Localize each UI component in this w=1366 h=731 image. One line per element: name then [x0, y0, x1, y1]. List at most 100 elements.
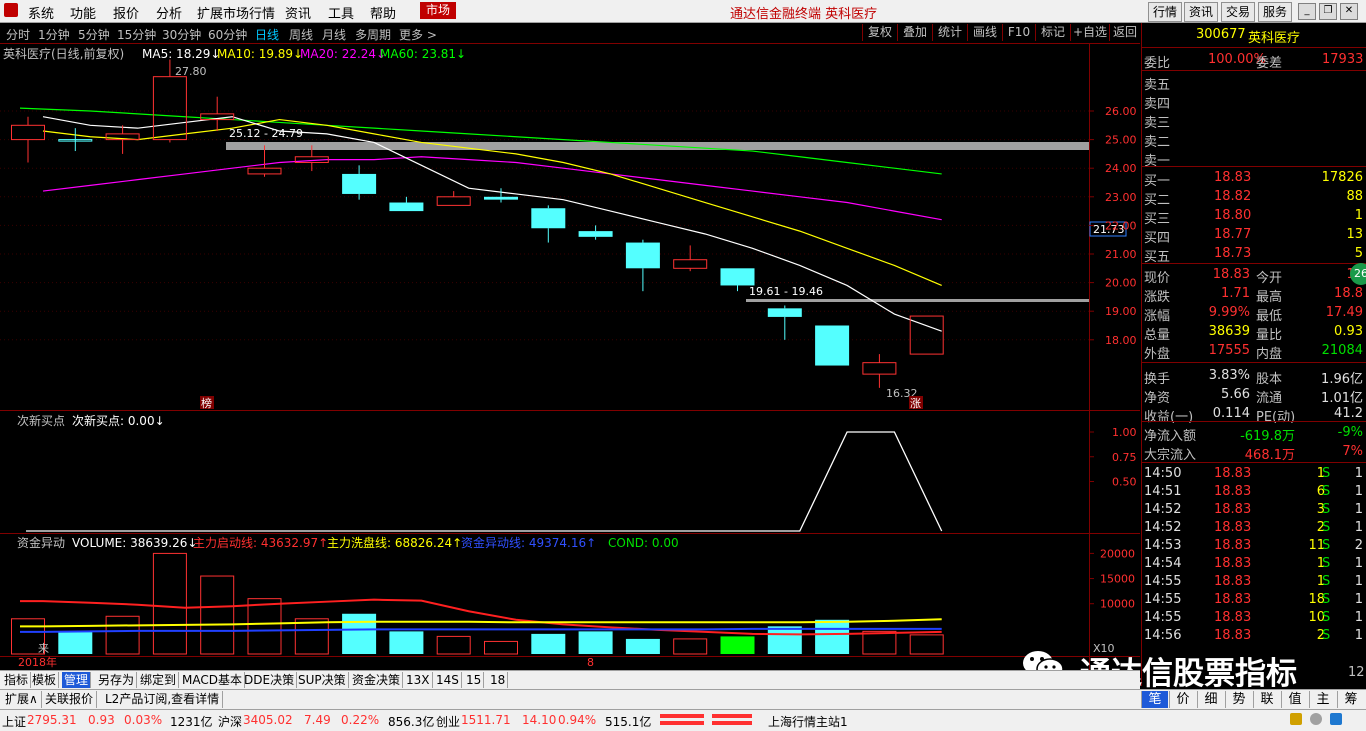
indicator-toolbar-item[interactable]: 另存为: [96, 672, 138, 688]
candle[interactable]: [11, 116, 45, 163]
volume-bar[interactable]: [767, 626, 802, 654]
fuquan-button[interactable]: 复权: [862, 24, 897, 41]
news-button[interactable]: 资讯: [1184, 2, 1218, 22]
menu-tools[interactable]: 工具: [328, 3, 354, 22]
menu-system[interactable]: 系统: [28, 3, 54, 22]
menu-extended-market[interactable]: 扩展市场行情: [197, 3, 275, 22]
period-daily[interactable]: 日线: [255, 26, 279, 43]
period-monthly[interactable]: 月线: [322, 26, 346, 43]
network-icon[interactable]: [1330, 713, 1342, 725]
menu-quote[interactable]: 报价: [113, 3, 139, 22]
indicator-toolbar-item[interactable]: 18: [488, 672, 509, 688]
extension-toolbar-item[interactable]: 扩展∧: [2, 691, 42, 708]
menu-analysis[interactable]: 分析: [156, 3, 182, 22]
mark-button[interactable]: 标记: [1035, 24, 1070, 41]
candle[interactable]: [436, 191, 471, 206]
candle[interactable]: [531, 205, 566, 243]
panel-switch-tab[interactable]: 细: [1197, 691, 1224, 708]
volume-bar[interactable]: [862, 630, 897, 655]
lock-icon[interactable]: [1290, 713, 1302, 725]
volume-bar[interactable]: [247, 598, 282, 655]
service-button[interactable]: 服务: [1258, 2, 1292, 22]
panel-switch-tab[interactable]: 势: [1225, 691, 1252, 708]
indicator-toolbar-item[interactable]: SUP决策: [296, 672, 349, 688]
draw-button[interactable]: 画线: [967, 24, 1002, 41]
overlay-button[interactable]: 叠加: [897, 24, 932, 41]
volume-bar[interactable]: [531, 633, 566, 654]
volume-bar[interactable]: [578, 631, 613, 654]
candle[interactable]: [625, 239, 660, 292]
indicator-toolbar-item[interactable]: 14S: [434, 672, 462, 688]
minimize-icon[interactable]: _: [1298, 3, 1316, 20]
volume-bar[interactable]: [484, 640, 518, 655]
candle[interactable]: [862, 354, 897, 388]
volume-bar[interactable]: [152, 552, 187, 655]
indicator-toolbar-item[interactable]: DDE决策: [242, 672, 298, 688]
settings-icon[interactable]: [1310, 713, 1322, 725]
indicator-toolbar-item[interactable]: MACD基本: [180, 672, 245, 688]
badge-icon[interactable]: 26: [1350, 263, 1366, 285]
candle[interactable]: [815, 325, 850, 366]
menu-help[interactable]: 帮助: [370, 3, 396, 22]
volume-bar[interactable]: [389, 631, 424, 654]
stats-button[interactable]: 统计: [932, 24, 967, 41]
volume-bar[interactable]: [909, 634, 944, 655]
extension-toolbar-item[interactable]: L2产品订阅,查看详情: [102, 691, 224, 708]
tick-side: S: [1322, 574, 1331, 589]
close-icon[interactable]: ✕: [1340, 3, 1358, 20]
tick-side: S: [1322, 520, 1331, 535]
volume-bar[interactable]: [342, 613, 377, 654]
candle[interactable]: [767, 305, 802, 340]
period-1min[interactable]: 1分钟: [38, 26, 70, 43]
panel-switch-tab[interactable]: 主: [1309, 691, 1336, 708]
period-more[interactable]: 更多 >: [399, 26, 437, 43]
volume-bar[interactable]: [625, 638, 660, 654]
indicator-toolbar-item[interactable]: 管理: [62, 672, 92, 688]
trade-button[interactable]: 交易: [1221, 2, 1255, 22]
volume-bar[interactable]: [294, 618, 329, 655]
candle[interactable]: [578, 225, 613, 240]
panel-switch-tab[interactable]: 价: [1169, 691, 1196, 708]
indicator-toolbar-item[interactable]: 绑定到: [138, 672, 180, 688]
quote-button[interactable]: 行情: [1148, 2, 1182, 22]
menu-news[interactable]: 资讯: [285, 3, 311, 22]
indicator-toolbar-item[interactable]: 13X: [404, 672, 433, 688]
panel-switch-tab[interactable]: 联: [1253, 691, 1280, 708]
period-60min[interactable]: 60分钟: [208, 26, 247, 43]
period-5min[interactable]: 5分钟: [78, 26, 110, 43]
candle[interactable]: [342, 165, 377, 200]
period-30min[interactable]: 30分钟: [162, 26, 201, 43]
volume-bar[interactable]: [105, 615, 140, 655]
candle[interactable]: [105, 125, 140, 154]
period-15min[interactable]: 15分钟: [117, 26, 156, 43]
indicator-toolbar-item[interactable]: 模板: [30, 672, 60, 688]
panel-switch-tab[interactable]: 值: [1281, 691, 1308, 708]
menu-function[interactable]: 功能: [70, 3, 96, 22]
candle[interactable]: [673, 245, 708, 272]
volume-bar[interactable]: [815, 619, 850, 654]
volume-bar[interactable]: [673, 638, 708, 655]
panel-switch-tab[interactable]: 笔: [1141, 691, 1168, 708]
volume-bar[interactable]: [720, 636, 755, 654]
restore-icon[interactable]: ❐: [1319, 3, 1337, 20]
volume-bar[interactable]: [58, 631, 93, 654]
indicator-toolbar-item[interactable]: 指标: [2, 672, 32, 688]
candle[interactable]: [58, 128, 93, 152]
candle[interactable]: [247, 145, 282, 177]
market-tag[interactable]: 市场: [420, 2, 456, 19]
add-favorite-button[interactable]: +自选: [1070, 24, 1109, 41]
indicator-toolbar-item[interactable]: 资金决策: [350, 672, 404, 688]
panel-switch-tab[interactable]: 筹: [1337, 691, 1364, 708]
period-intraday[interactable]: 分时: [6, 26, 30, 43]
period-multi[interactable]: 多周期: [355, 26, 391, 43]
volume-bar[interactable]: [436, 635, 471, 655]
candle[interactable]: [389, 196, 424, 212]
back-button[interactable]: 返回: [1109, 24, 1140, 41]
volume-bar[interactable]: [200, 575, 235, 655]
candle[interactable]: [200, 96, 235, 132]
kline-chart-area[interactable]: 英科医疗(日线,前复权) MA5: 18.29↓ MA10: 19.89↓ MA…: [0, 44, 1140, 670]
indicator-toolbar-item[interactable]: 15: [464, 672, 485, 688]
period-weekly[interactable]: 周线: [289, 26, 313, 43]
extension-toolbar-item[interactable]: 关联报价: [42, 691, 98, 708]
f10-button[interactable]: F10: [1002, 24, 1035, 41]
